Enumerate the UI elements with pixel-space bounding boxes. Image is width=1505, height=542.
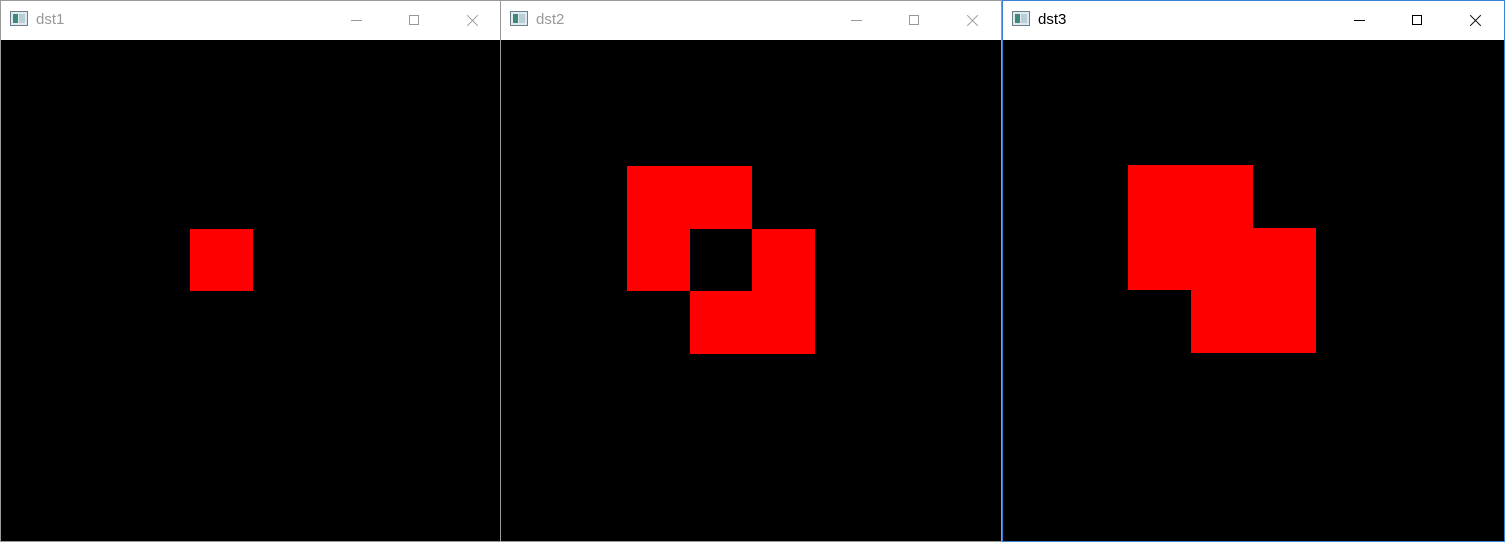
close-icon[interactable] bbox=[1446, 1, 1504, 40]
app-icon bbox=[510, 11, 528, 26]
overlap-hole bbox=[690, 229, 752, 291]
window-title: dst2 bbox=[536, 11, 565, 28]
window-dst2[interactable]: dst2 bbox=[500, 0, 1002, 542]
minimize-icon[interactable] bbox=[827, 1, 885, 40]
window-dst1[interactable]: dst1 bbox=[0, 0, 502, 542]
title-bar[interactable]: dst1 bbox=[1, 1, 501, 40]
red-square-lower bbox=[1191, 228, 1316, 353]
maximize-icon[interactable] bbox=[1388, 1, 1446, 40]
minimize-icon[interactable] bbox=[327, 1, 385, 40]
title-bar[interactable]: dst2 bbox=[501, 1, 1001, 40]
title-bar[interactable]: dst3 bbox=[1003, 1, 1504, 40]
minimize-icon[interactable] bbox=[1330, 1, 1388, 40]
window-title: dst1 bbox=[36, 11, 65, 28]
image-canvas bbox=[1, 40, 501, 541]
app-icon bbox=[10, 11, 28, 26]
maximize-icon[interactable] bbox=[885, 1, 943, 40]
maximize-icon[interactable] bbox=[385, 1, 443, 40]
window-title: dst3 bbox=[1038, 11, 1067, 28]
app-icon bbox=[1012, 11, 1030, 26]
image-canvas bbox=[501, 40, 1001, 541]
close-icon[interactable] bbox=[443, 1, 501, 40]
window-dst3[interactable]: dst3 bbox=[1002, 0, 1505, 542]
image-canvas bbox=[1003, 40, 1504, 541]
red-square bbox=[190, 229, 253, 291]
close-icon[interactable] bbox=[943, 1, 1001, 40]
